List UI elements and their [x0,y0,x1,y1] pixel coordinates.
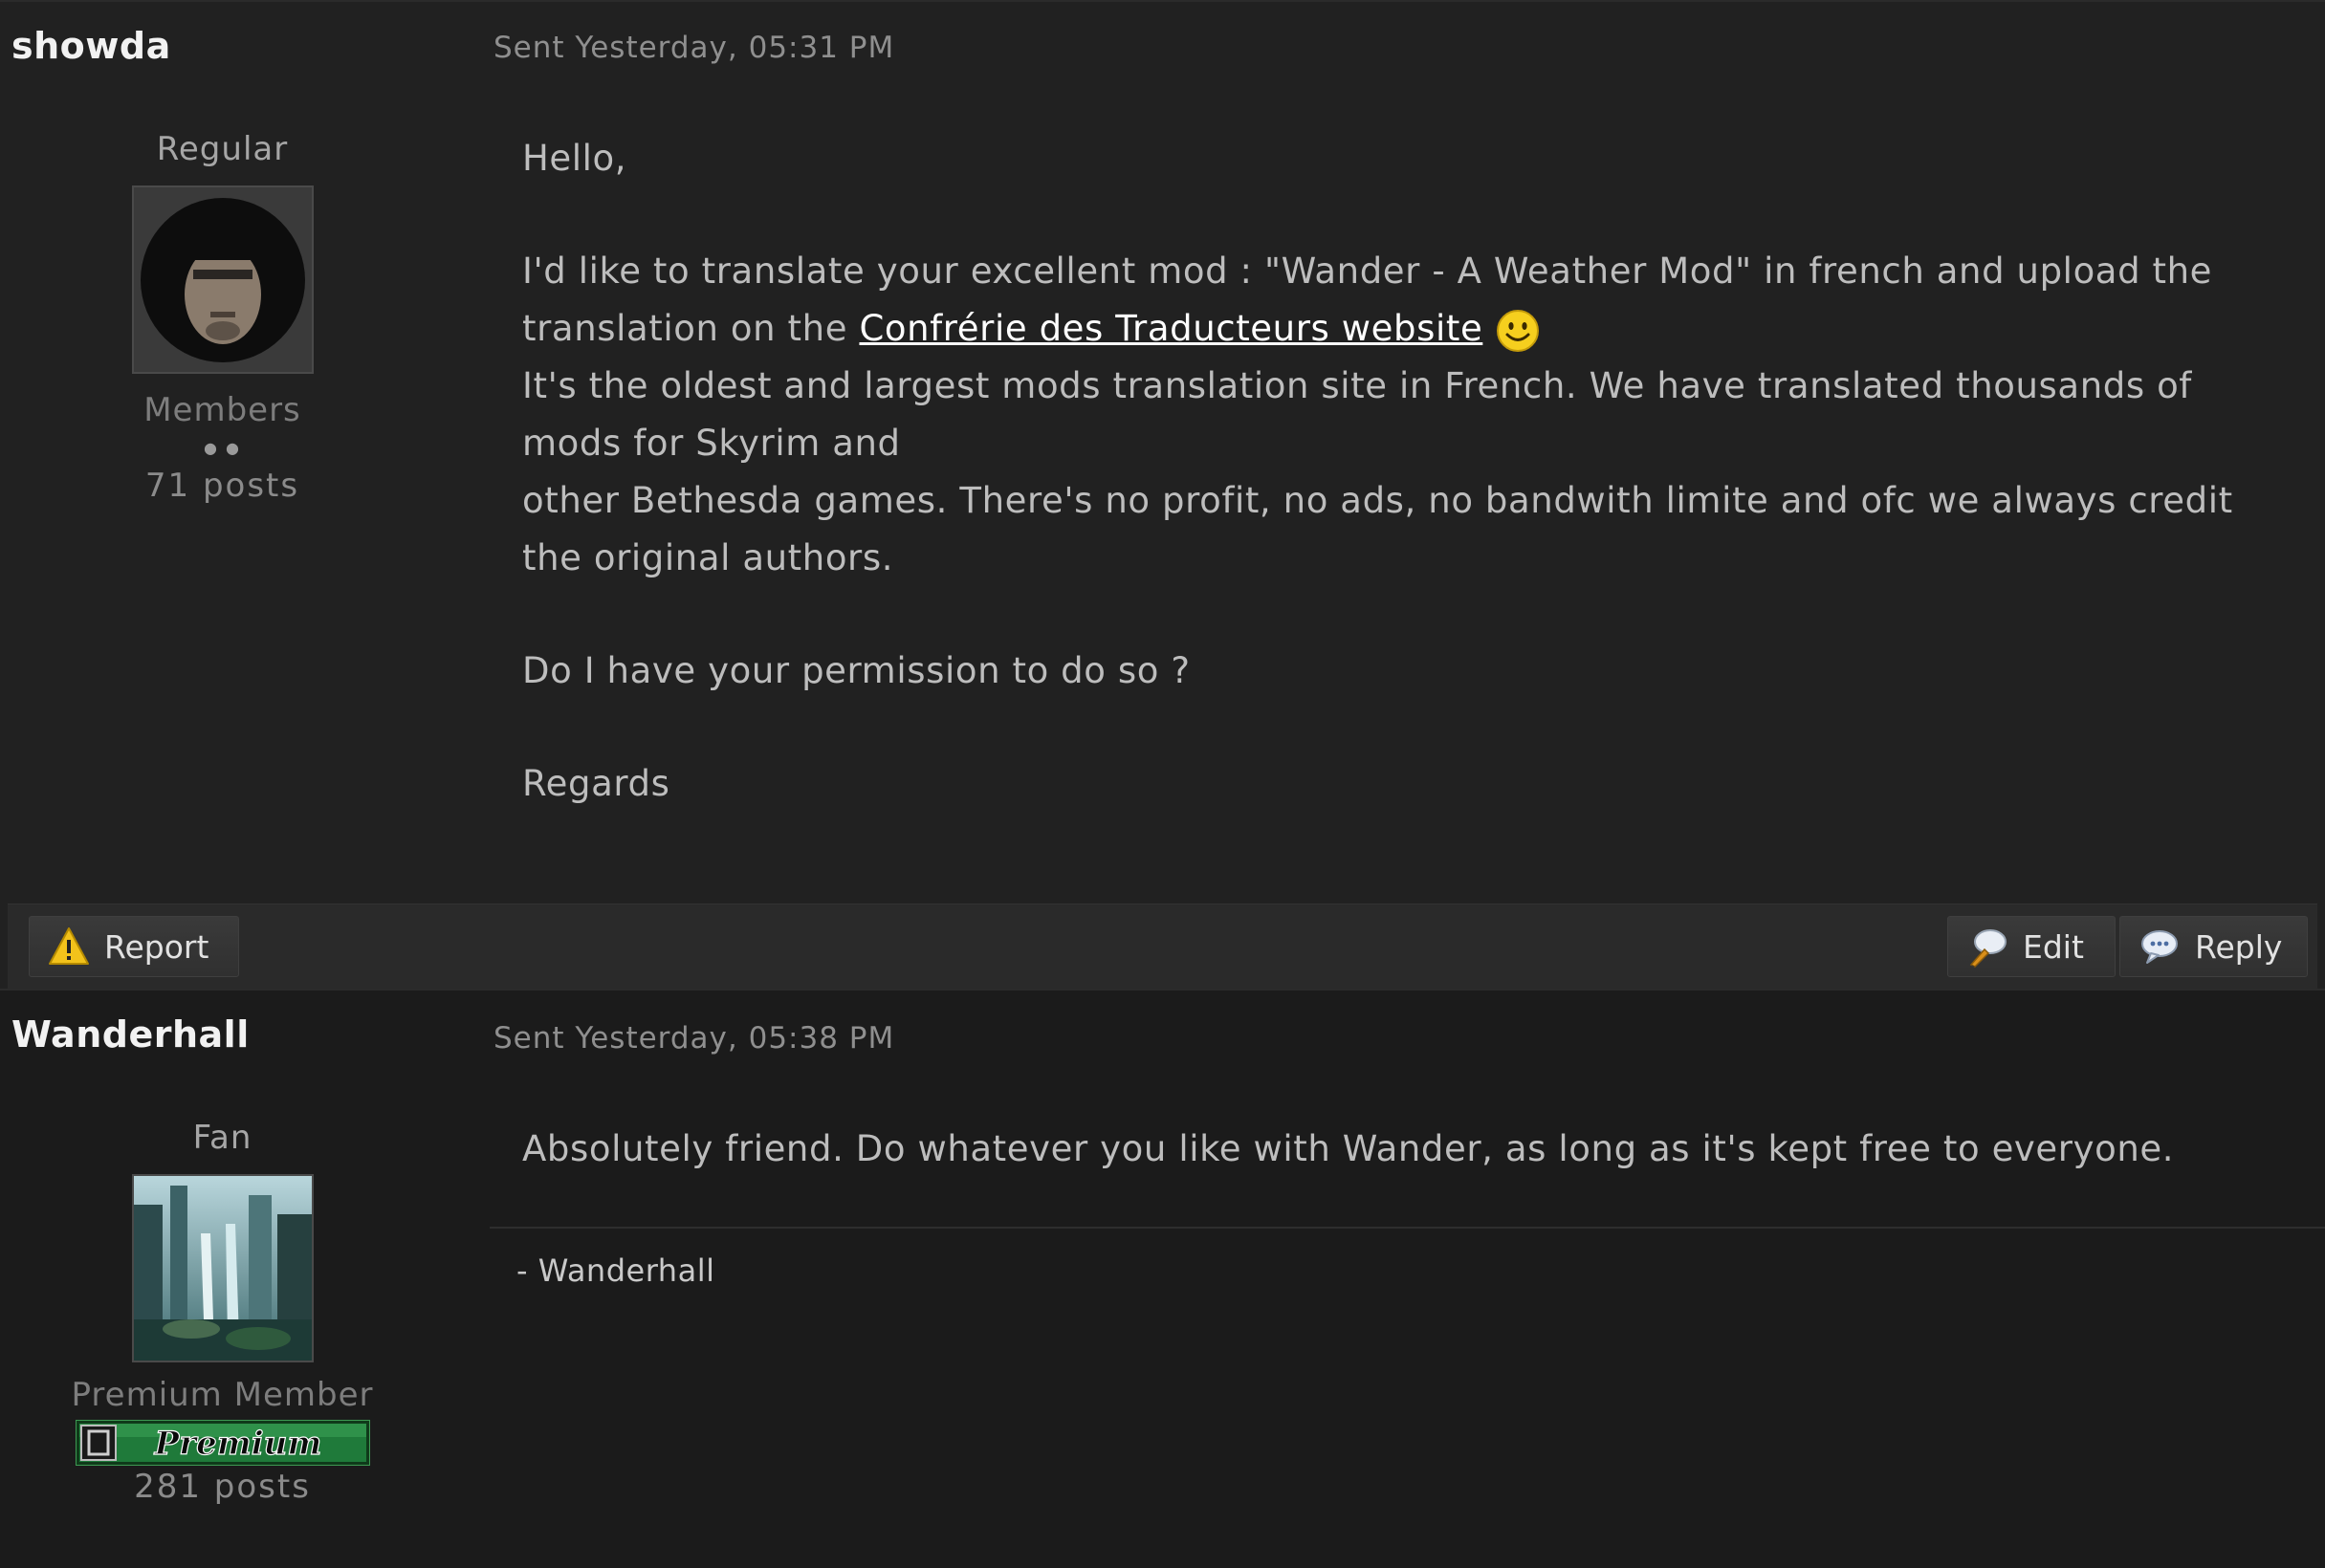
reply-button[interactable]: Reply [2119,916,2308,977]
author-name[interactable]: Wanderhall [11,1013,250,1056]
body-line-prefix: translation on the [522,308,860,349]
rank-pips: ● ● [203,439,241,457]
avatar-image [133,1176,312,1361]
closing-text: Regards [522,763,670,804]
signature-divider [490,1227,2325,1229]
edit-button[interactable]: Edit [1947,916,2116,977]
author-rank: Regular [156,130,289,168]
body-line: other Bethesda games. There's no profit,… [522,480,2233,578]
question-text: Do I have your permission to do so ? [522,650,1191,691]
body-text: Absolutely friend. Do whatever you like … [522,1128,2175,1169]
premium-badge-text: Premium [153,1425,321,1463]
member-group: Premium Member [71,1376,374,1414]
reply-icon [2138,925,2182,969]
body-line: It's the oldest and largest mods transla… [522,365,2192,464]
warning-icon [47,925,91,969]
member-group: Members [143,391,301,429]
body-line-with-link: translation on the Confrérie des Traduct… [522,300,2296,358]
author-name[interactable]: showda [11,25,171,67]
avatar-image [133,187,312,372]
author-sidebar: Regular Members ● ● 71 posts [0,130,445,505]
edit-label: Edit [2023,927,2084,966]
body-line: I'd like to translate your excellent mod… [522,250,2213,292]
signature-text: - Wanderhall [516,1252,715,1289]
report-label: Report [104,927,209,966]
message-body: Hello, I'd like to translate your excell… [522,130,2296,813]
greeting-text: Hello, [522,138,627,179]
report-button[interactable]: Report [29,916,239,977]
author-rank: Fan [192,1119,252,1157]
reply-label: Reply [2195,927,2283,966]
smiley-icon [1496,309,1540,353]
post-count: 71 posts [144,467,300,505]
sent-timestamp: Sent Yesterday, 05:38 PM [494,1021,895,1056]
premium-badge: Premium [74,1419,371,1467]
post-actions-bar: Report Edit Reply [8,904,2317,989]
message-body: Absolutely friend. Do whatever you like … [522,1121,2296,1178]
message-thread: showda Sent Yesterday, 05:31 PM Regular … [0,0,2325,1568]
edit-icon [1965,925,2009,969]
avatar[interactable] [131,185,314,374]
sent-timestamp: Sent Yesterday, 05:31 PM [494,31,895,65]
confrerie-link[interactable]: Confrérie des Traducteurs website [859,308,1482,349]
post-count: 281 posts [134,1468,311,1506]
avatar[interactable] [131,1174,314,1362]
author-sidebar: Fan Premium Member Premium 281 posts [0,1119,445,1506]
